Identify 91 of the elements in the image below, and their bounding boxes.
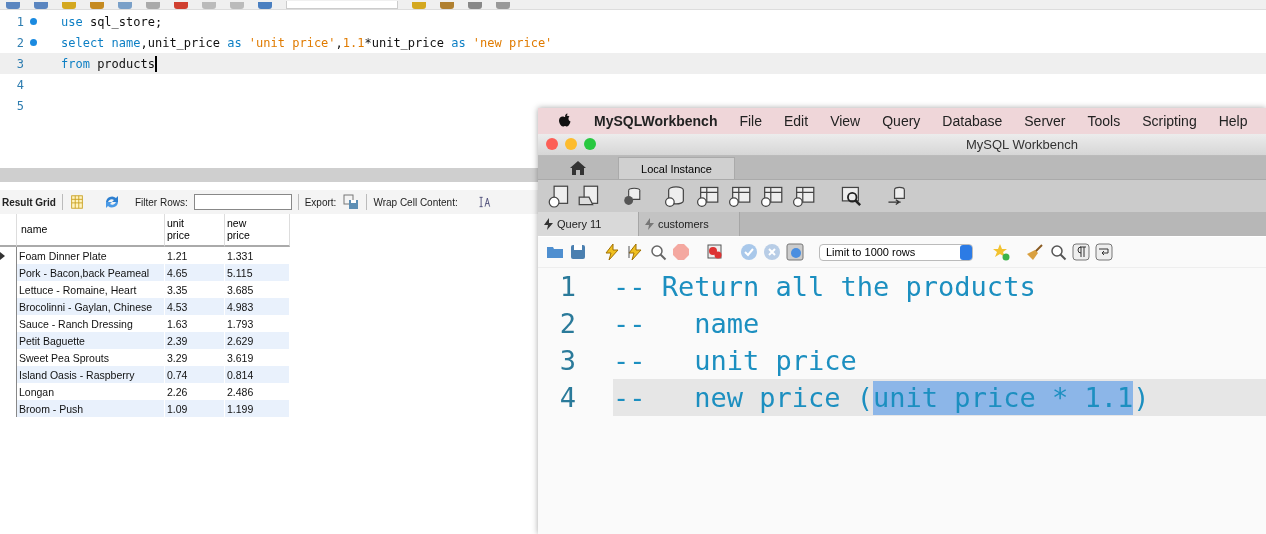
column-header[interactable]: new price bbox=[225, 214, 290, 247]
line-number: 5 bbox=[15, 98, 24, 113]
table-cell: 5.115 bbox=[225, 264, 290, 281]
code-line: -- unit price bbox=[613, 344, 858, 378]
line-number: 4 bbox=[15, 77, 24, 92]
toolbar-icon[interactable] bbox=[468, 2, 482, 9]
table-cell: Petit Baguette bbox=[17, 332, 165, 349]
code-line: from products bbox=[61, 56, 155, 71]
table-cell: Island Oasis - Raspberry bbox=[17, 366, 165, 383]
broom-icon[interactable] bbox=[1026, 243, 1044, 261]
toolbar-icon[interactable] bbox=[258, 2, 272, 9]
autocommit-icon[interactable] bbox=[786, 243, 804, 261]
toolbar-icon[interactable] bbox=[34, 2, 48, 9]
column-header[interactable]: name bbox=[17, 214, 165, 247]
menu-item[interactable]: Database bbox=[942, 113, 1003, 129]
table-cell: 1.09 bbox=[165, 400, 225, 417]
pilcrow-icon[interactable] bbox=[1072, 243, 1090, 261]
table-cell: 4.65 bbox=[165, 264, 225, 281]
wrap-cell-content-label: Wrap Cell Content: bbox=[373, 196, 458, 208]
filter-rows-label: Filter Rows: bbox=[134, 196, 188, 208]
search-icon[interactable] bbox=[840, 185, 862, 207]
window-title: MySQL Workbench bbox=[966, 137, 1078, 152]
lightning-icon bbox=[544, 218, 553, 230]
text-cursor bbox=[154, 55, 157, 72]
menu-item[interactable]: Query bbox=[882, 113, 921, 129]
apple-icon[interactable] bbox=[558, 113, 572, 129]
star-icon[interactable] bbox=[992, 243, 1010, 261]
line-number: 2 bbox=[558, 308, 576, 339]
menu-item[interactable]: Scripting bbox=[1142, 113, 1197, 129]
line-number: 3 bbox=[15, 56, 24, 71]
table-cell: 4.983 bbox=[225, 298, 290, 315]
menu-item[interactable]: Help bbox=[1218, 113, 1248, 129]
function-icon[interactable] bbox=[792, 185, 816, 207]
connection-tab[interactable]: Local Instance bbox=[618, 157, 735, 179]
app-menu[interactable]: MySQLWorkbench bbox=[594, 113, 718, 129]
error-toggle-icon[interactable] bbox=[706, 243, 724, 261]
table-cell: 0.814 bbox=[225, 366, 290, 383]
menu-item[interactable]: Edit bbox=[784, 113, 809, 129]
filter-rows-field[interactable] bbox=[193, 194, 292, 210]
maximize-button[interactable] bbox=[584, 138, 596, 150]
wrap-text-icon[interactable] bbox=[477, 195, 492, 209]
close-button[interactable] bbox=[546, 138, 558, 150]
code-line: select name,unit_price as 'unit price',1.1*unit_price as 'new price' bbox=[61, 35, 553, 50]
explain-icon[interactable] bbox=[649, 243, 667, 261]
table-cell: 4.53 bbox=[165, 298, 225, 315]
line-number: 1 bbox=[558, 271, 576, 302]
execute-icon[interactable] bbox=[603, 243, 621, 261]
line-number: 3 bbox=[558, 345, 576, 376]
commit-icon[interactable] bbox=[740, 243, 758, 261]
word-wrap-icon[interactable] bbox=[1095, 243, 1113, 261]
code-line: -- Return all the products bbox=[613, 270, 1037, 304]
code-line: -- name bbox=[613, 307, 761, 341]
table-icon[interactable] bbox=[696, 185, 720, 207]
menu-item[interactable]: File bbox=[739, 113, 762, 129]
stop-icon[interactable] bbox=[672, 243, 690, 261]
lightning-icon bbox=[645, 218, 654, 230]
save-icon[interactable] bbox=[342, 193, 361, 211]
table-cell: 1.199 bbox=[225, 400, 290, 417]
limit-dropdown[interactable]: Limit to 1000 rows bbox=[819, 243, 973, 261]
open-sql-file-icon[interactable] bbox=[578, 184, 600, 208]
export-label: Export: bbox=[304, 196, 337, 208]
line-number: 2 bbox=[15, 35, 24, 50]
result-grid-label: Result Grid bbox=[2, 196, 56, 208]
view-icon[interactable] bbox=[728, 185, 752, 207]
line-number: 1 bbox=[15, 14, 24, 29]
save-icon[interactable] bbox=[569, 243, 587, 261]
query-tab[interactable]: Query 11 bbox=[538, 212, 639, 236]
table-cell: Pork - Bacon,back Peameal bbox=[17, 264, 165, 281]
table-cell: 2.39 bbox=[165, 332, 225, 349]
menu-item[interactable]: View bbox=[830, 113, 861, 129]
query-tab[interactable]: customers bbox=[639, 212, 740, 236]
menu-item[interactable]: Tools bbox=[1087, 113, 1121, 129]
table-cell: 0.74 bbox=[165, 366, 225, 383]
table-cell: Brocolinni - Gaylan, Chinese bbox=[17, 298, 165, 315]
code-line: use sql_store; bbox=[61, 14, 163, 29]
current-row-icon bbox=[0, 251, 5, 260]
grid-icon[interactable] bbox=[68, 194, 85, 210]
column-header[interactable]: unit price bbox=[165, 214, 225, 247]
home-icon[interactable] bbox=[570, 160, 586, 175]
toolbar-icon[interactable] bbox=[440, 2, 454, 9]
toolbar-icon[interactable] bbox=[174, 2, 188, 9]
search-icon[interactable] bbox=[1049, 243, 1067, 261]
reconnect-icon[interactable] bbox=[886, 185, 908, 207]
table-cell: 2.629 bbox=[225, 332, 290, 349]
menu-item[interactable]: Server bbox=[1024, 113, 1066, 129]
table-cell: Broom - Push bbox=[17, 400, 165, 417]
execute-current-icon[interactable] bbox=[626, 243, 644, 261]
line-number: 4 bbox=[558, 382, 576, 413]
toolbar-icon[interactable] bbox=[6, 2, 20, 9]
procedure-icon[interactable] bbox=[760, 185, 784, 207]
new-sql-file-icon[interactable] bbox=[548, 184, 570, 208]
